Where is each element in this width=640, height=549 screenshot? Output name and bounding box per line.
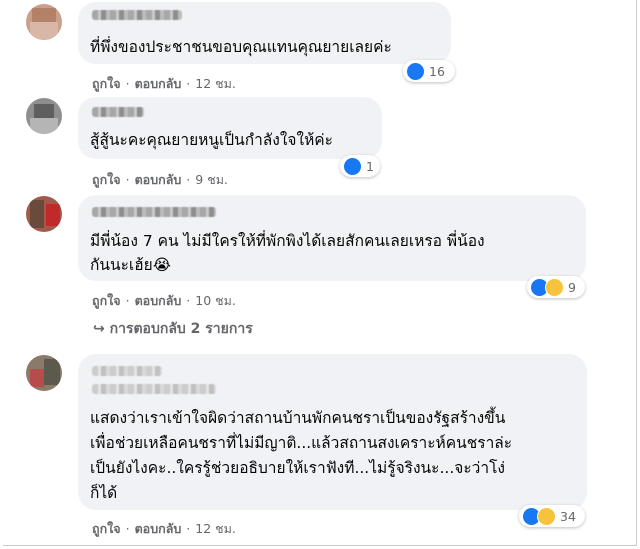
comment-text: สู้สู้นะคะคุณยายหนูเป็นกำลังใจให้ค่ะ bbox=[90, 131, 333, 149]
timestamp[interactable]: 9 ชม. bbox=[195, 172, 228, 187]
timestamp[interactable]: 12 ชม. bbox=[195, 76, 236, 91]
reaction-count: 1 bbox=[366, 158, 374, 174]
comment-text: ที่พึ่งของประชาชนขอบคุณแทนคุณยายเลยค่ะ bbox=[90, 38, 392, 56]
reaction-summary[interactable]: 1 bbox=[340, 155, 380, 177]
author-name-blurred[interactable] bbox=[92, 107, 144, 117]
reply-action[interactable]: ตอบกลับ bbox=[135, 76, 182, 91]
reaction-count: 9 bbox=[568, 279, 576, 295]
like-reaction-icon bbox=[406, 61, 425, 81]
comment-bubble: มีพี่น้อง 7 คน ไม่มีใครให้ที่พักพิงได้เล… bbox=[78, 195, 586, 281]
timestamp[interactable]: 10 ชม. bbox=[195, 293, 236, 308]
author-name-blurred[interactable] bbox=[92, 366, 162, 376]
avatar[interactable] bbox=[26, 196, 62, 232]
sad-reaction-icon bbox=[537, 506, 556, 526]
comment-text-line-3: เป็นยังไงคะ..ใครรู้ช่วยอธิบายให้เราฟังที… bbox=[90, 459, 505, 477]
reaction-count: 16 bbox=[429, 63, 445, 79]
reply-action[interactable]: ตอบกลับ bbox=[135, 172, 182, 187]
avatar[interactable] bbox=[26, 98, 62, 134]
view-replies-link[interactable]: ↪ การตอบกลับ 2 รายการ bbox=[93, 318, 253, 340]
comment-bubble: ที่พึ่งของประชาชนขอบคุณแทนคุณยายเลยค่ะ bbox=[78, 2, 451, 64]
author-name-blurred[interactable] bbox=[92, 207, 216, 217]
comment-actions: ถูกใจ · ตอบกลับ · 12 ชม. bbox=[92, 76, 236, 91]
reply-action[interactable]: ตอบกลับ bbox=[135, 521, 182, 536]
author-subtitle-blurred bbox=[92, 384, 216, 394]
author-name-blurred[interactable] bbox=[92, 10, 182, 20]
avatar[interactable] bbox=[26, 4, 62, 40]
comment-actions: ถูกใจ · ตอบกลับ · 9 ชม. bbox=[92, 172, 228, 187]
comment-text-line-2: กันนะเฮ้ย😭 bbox=[90, 256, 171, 274]
comment-text-line-4: ก็ได้ bbox=[90, 484, 118, 502]
comment-actions: ถูกใจ · ตอบกลับ · 12 ชม. bbox=[92, 521, 236, 536]
like-action[interactable]: ถูกใจ bbox=[92, 521, 121, 536]
like-reaction-icon bbox=[343, 156, 362, 176]
comment-bubble: สู้สู้นะคะคุณยายหนูเป็นกำลังใจให้ค่ะ bbox=[78, 97, 382, 159]
comment-text-line-2: เพื่อช่วยเหลือคนชราที่ไม่มีญาติ...แล้วสถ… bbox=[90, 434, 513, 452]
comment-text-line-1: แสดงว่าเราเข้าใจผิดว่าสถานบ้านพักคนชราเป… bbox=[90, 409, 506, 427]
reply-action[interactable]: ตอบกลับ bbox=[135, 293, 182, 308]
comment-actions: ถูกใจ · ตอบกลับ · 10 ชม. bbox=[92, 293, 236, 308]
timestamp[interactable]: 12 ชม. bbox=[195, 521, 236, 536]
like-action[interactable]: ถูกใจ bbox=[92, 172, 121, 187]
reaction-count: 34 bbox=[560, 508, 576, 524]
avatar[interactable] bbox=[26, 355, 62, 391]
reaction-summary[interactable]: 9 bbox=[527, 276, 585, 298]
like-action[interactable]: ถูกใจ bbox=[92, 76, 121, 91]
sad-reaction-icon bbox=[545, 277, 564, 297]
comment-text-line-1: มีพี่น้อง 7 คน ไม่มีใครให้ที่พักพิงได้เล… bbox=[90, 232, 485, 250]
reaction-summary[interactable]: 34 bbox=[519, 505, 585, 527]
like-action[interactable]: ถูกใจ bbox=[92, 293, 121, 308]
comment-bubble: แสดงว่าเราเข้าใจผิดว่าสถานบ้านพักคนชราเป… bbox=[78, 354, 587, 510]
reaction-summary[interactable]: 16 bbox=[403, 60, 455, 82]
